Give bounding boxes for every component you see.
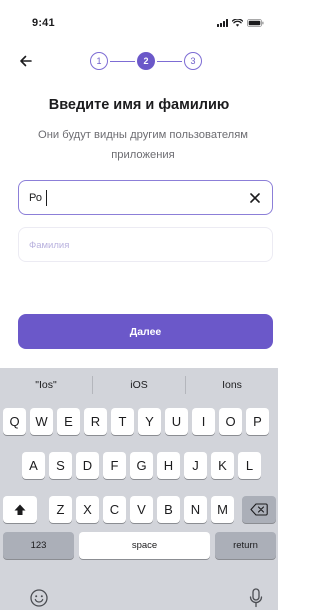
numbers-key[interactable]: 123	[3, 532, 74, 559]
key-v[interactable]: V	[130, 496, 153, 523]
page-subtitle: Они будут видны другим пользователям при…	[38, 129, 248, 161]
step-connector	[110, 60, 135, 62]
last-name-field[interactable]: Фамилия	[18, 227, 273, 262]
suggestion-bar: "Ios" iOS Ions	[0, 368, 278, 402]
key-y[interactable]: Y	[138, 408, 161, 435]
text-caret	[46, 190, 48, 206]
key-h[interactable]: H	[157, 452, 180, 479]
key-e[interactable]: E	[57, 408, 80, 435]
key-p[interactable]: P	[246, 408, 269, 435]
step-1: 1	[90, 52, 108, 70]
key-q[interactable]: Q	[3, 408, 26, 435]
key-t[interactable]: T	[111, 408, 134, 435]
key-n[interactable]: N	[184, 496, 207, 523]
key-a[interactable]: A	[22, 452, 45, 479]
cellular-signal-icon	[217, 19, 228, 27]
return-key[interactable]: return	[215, 532, 276, 559]
battery-icon	[247, 19, 264, 27]
key-f[interactable]: F	[103, 452, 126, 479]
key-w[interactable]: W	[30, 408, 53, 435]
space-key[interactable]: space	[79, 532, 210, 559]
step-2-current: 2	[137, 52, 155, 70]
first-name-field[interactable]: Ро	[18, 180, 273, 215]
key-m[interactable]: M	[211, 496, 234, 523]
key-c[interactable]: C	[103, 496, 126, 523]
emoji-icon[interactable]	[29, 588, 49, 608]
arrow-left-icon[interactable]	[16, 52, 36, 70]
navigation-bar: 1 2 3	[0, 48, 278, 74]
suggestion-2[interactable]: iOS	[93, 379, 185, 391]
next-button[interactable]: Далее	[18, 314, 273, 349]
key-l[interactable]: L	[238, 452, 261, 479]
suggestion-1[interactable]: "Ios"	[0, 379, 92, 391]
wifi-icon	[232, 19, 243, 27]
key-g[interactable]: G	[130, 452, 153, 479]
status-icons	[217, 19, 264, 27]
key-b[interactable]: B	[157, 496, 180, 523]
page-title: Введите имя и фамилию	[48, 97, 230, 113]
progress-stepper: 1 2 3	[90, 52, 202, 70]
key-i[interactable]: I	[192, 408, 215, 435]
key-x[interactable]: X	[76, 496, 99, 523]
status-bar: 9:41	[0, 0, 278, 44]
key-r[interactable]: R	[84, 408, 107, 435]
key-s[interactable]: S	[49, 452, 72, 479]
status-time: 9:41	[32, 17, 55, 29]
backspace-icon[interactable]	[242, 496, 276, 523]
key-d[interactable]: D	[76, 452, 99, 479]
step-connector	[157, 60, 182, 62]
shift-icon[interactable]	[3, 496, 37, 523]
key-k[interactable]: K	[211, 452, 234, 479]
first-name-value: Ро	[29, 192, 42, 204]
keyboard: "Ios" iOS Ions Q W E R T Y U I O P A S D…	[0, 368, 278, 610]
key-o[interactable]: O	[219, 408, 242, 435]
step-3: 3	[184, 52, 202, 70]
key-z[interactable]: Z	[49, 496, 72, 523]
microphone-icon[interactable]	[248, 587, 264, 609]
key-j[interactable]: J	[184, 452, 207, 479]
key-u[interactable]: U	[165, 408, 188, 435]
last-name-placeholder: Фамилия	[29, 240, 70, 251]
close-icon[interactable]	[248, 191, 262, 205]
suggestion-3[interactable]: Ions	[186, 379, 278, 391]
